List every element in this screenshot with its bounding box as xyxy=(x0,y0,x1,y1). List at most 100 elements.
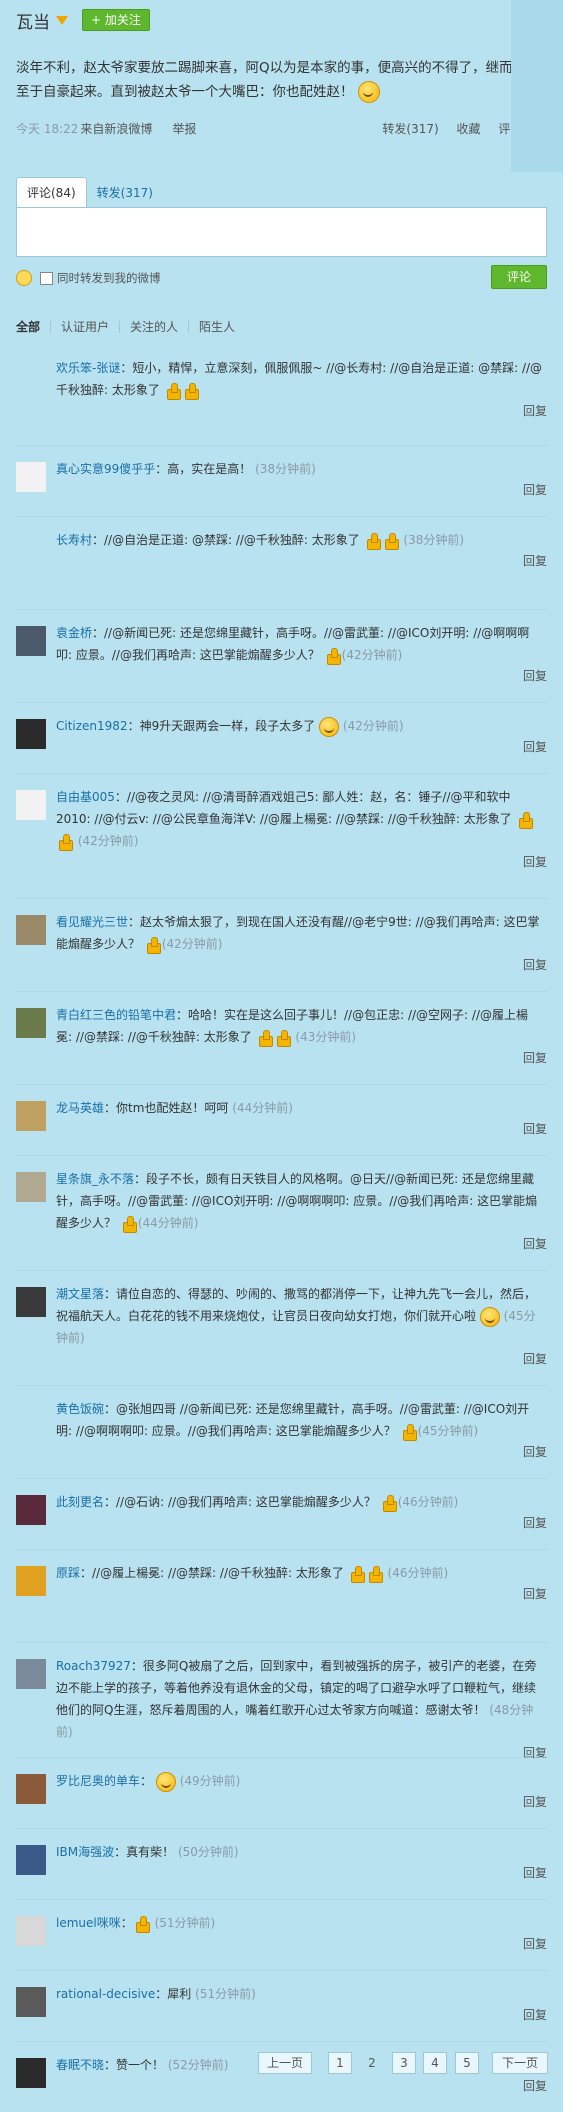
post-time: 今天 18:22 xyxy=(16,122,79,136)
reply-link[interactable]: 回复 xyxy=(56,1792,547,1816)
comment-input[interactable] xyxy=(16,207,547,257)
reply-link[interactable]: 回复 xyxy=(56,2076,547,2100)
filter-following[interactable]: 关注的人 xyxy=(119,321,188,333)
page-1-button[interactable]: 1 xyxy=(328,2052,352,2074)
prev-page-button[interactable]: 上一页 xyxy=(258,2052,312,2074)
avatar[interactable] xyxy=(16,1987,46,2017)
filter-strangers[interactable]: 陌生人 xyxy=(188,321,245,333)
page-5-button[interactable]: 5 xyxy=(455,2052,479,2074)
follow-button[interactable]: + 加关注 xyxy=(82,9,150,31)
avatar[interactable] xyxy=(16,1566,46,1596)
filter-all[interactable]: 全部 xyxy=(16,321,50,333)
thumbs-up-icon xyxy=(517,811,533,829)
next-page-button[interactable]: 下一页 xyxy=(492,2052,548,2074)
commenter-name[interactable]: 青白红三色的铅笔中君 xyxy=(56,1008,176,1022)
avatar[interactable] xyxy=(16,361,46,391)
avatar[interactable] xyxy=(16,533,46,563)
laughing-emoji-icon xyxy=(155,1771,176,1792)
report-link[interactable]: 举报 xyxy=(172,122,196,136)
list-item: 黄色饭碗：@张旭四哥 //@新闻已死: 还是您绵里藏针，高手呀。//@雷武董: … xyxy=(16,1385,547,1478)
tab-comments[interactable]: 评论(84) xyxy=(16,177,87,207)
emoji-picker-icon[interactable] xyxy=(16,270,32,286)
page-3-button[interactable]: 3 xyxy=(392,2052,416,2074)
page-4-button[interactable]: 4 xyxy=(423,2052,447,2074)
comment-time: (51分钟前) xyxy=(154,1916,216,1930)
commenter-name[interactable]: 此刻更名 xyxy=(56,1495,104,1509)
commenter-name[interactable]: Citizen1982 xyxy=(56,719,128,733)
post-author[interactable]: 瓦当 xyxy=(16,8,50,33)
reply-link[interactable]: 回复 xyxy=(56,1863,547,1887)
commenter-name[interactable]: rational-decisive xyxy=(56,1987,155,2001)
thumbs-up-icon xyxy=(57,833,73,851)
avatar[interactable] xyxy=(16,1101,46,1131)
comment-body: ：你tm也配姓赵！呵呵 xyxy=(104,1101,229,1115)
avatar[interactable] xyxy=(16,1774,46,1804)
commenter-name[interactable]: Roach37927 xyxy=(56,1659,131,1673)
submit-comment-button[interactable]: 评论 xyxy=(491,265,547,289)
avatar[interactable] xyxy=(16,1402,46,1432)
follow-button-label: + 加关注 xyxy=(91,13,141,27)
reply-link[interactable]: 回复 xyxy=(56,401,547,425)
filter-verified[interactable]: 认证用户 xyxy=(50,321,119,333)
reply-link[interactable]: 回复 xyxy=(56,1349,547,1373)
reply-link[interactable]: 回复 xyxy=(56,1048,547,1072)
commenter-name[interactable]: 欢乐笨-张谜 xyxy=(56,361,120,375)
avatar[interactable] xyxy=(16,1172,46,1202)
comment-body: ：//@新闻已死: 还是您绵里藏针，高手呀。//@雷武董: //@ICO刘开明:… xyxy=(56,626,530,662)
commenter-name[interactable]: lemuel咪咪 xyxy=(56,1916,121,1930)
commenter-name[interactable]: 星条旗_永不落 xyxy=(56,1172,134,1186)
commenter-name[interactable]: 长寿村 xyxy=(56,533,92,547)
commenter-name[interactable]: 潮文星落 xyxy=(56,1287,104,1301)
thumbs-up-icon xyxy=(349,1565,365,1583)
reply-link[interactable]: 回复 xyxy=(56,666,547,690)
commenter-name[interactable]: 看见耀光三世 xyxy=(56,915,128,929)
commenter-name[interactable]: 自由基005 xyxy=(56,790,115,804)
repost-checkbox-label: 同时转发到我的微博 xyxy=(57,271,161,285)
avatar[interactable] xyxy=(16,1287,46,1317)
repost-checkbox[interactable] xyxy=(40,271,53,285)
reply-link[interactable]: 回复 xyxy=(56,551,547,575)
comment-time: (46分钟前) xyxy=(397,1495,459,1509)
commenter-name[interactable]: 袁金桥 xyxy=(56,626,92,640)
post-source[interactable]: 来自新浪微博 xyxy=(80,122,152,136)
avatar[interactable] xyxy=(16,1495,46,1525)
avatar[interactable] xyxy=(16,1916,46,1946)
thumbs-up-icon xyxy=(275,1029,291,1047)
commenter-name[interactable]: IBM海强波 xyxy=(56,1845,114,1859)
list-item: 长寿村：//@自治是正道: @禁踩: //@千秋独醉: 太形象了 (38分钟前)… xyxy=(16,516,547,609)
reply-link[interactable]: 回复 xyxy=(56,955,547,979)
avatar[interactable] xyxy=(16,790,46,820)
reply-link[interactable]: 回复 xyxy=(56,1584,547,1608)
avatar[interactable] xyxy=(16,626,46,656)
reply-link[interactable]: 回复 xyxy=(56,480,547,504)
thumbs-up-icon xyxy=(365,532,381,550)
avatar[interactable] xyxy=(16,1008,46,1038)
list-item: 潮文星落：请位自恋的、得瑟的、吵闹的、撒骂的都消停一下，让神九先飞一会儿，然后，… xyxy=(16,1270,547,1385)
list-item: 罗比尼奥的单车： (49分钟前) 回复 xyxy=(16,1757,547,1828)
laughing-emoji-icon xyxy=(319,716,340,737)
reply-link[interactable]: 回复 xyxy=(56,737,547,761)
reply-link[interactable]: 回复 xyxy=(56,1934,547,1958)
avatar[interactable] xyxy=(16,915,46,945)
repost-link[interactable]: 转发(317) xyxy=(382,122,438,136)
reply-link[interactable]: 回复 xyxy=(56,2005,547,2029)
commenter-name[interactable]: 罗比尼奥的单车 xyxy=(56,1774,140,1788)
reply-link[interactable]: 回复 xyxy=(56,852,547,876)
reply-link[interactable]: 回复 xyxy=(56,1442,547,1466)
avatar[interactable] xyxy=(16,1659,46,1689)
comment-body: ：//@自治是正道: @禁踩: //@千秋独醉: 太形象了 xyxy=(92,533,360,547)
avatar[interactable] xyxy=(16,1845,46,1875)
commenter-name[interactable]: 真心实意99傻乎乎 xyxy=(56,462,155,476)
tab-reposts[interactable]: 转发(317) xyxy=(87,178,163,207)
favorite-link[interactable]: 收藏 xyxy=(457,122,481,136)
reply-link[interactable]: 回复 xyxy=(56,1234,547,1258)
comment-body: ： xyxy=(140,1774,153,1788)
reply-link[interactable]: 回复 xyxy=(56,1119,547,1143)
avatar[interactable] xyxy=(16,462,46,492)
pagination: 上一页 1 2 3 4 5 下一页 xyxy=(0,2052,563,2076)
commenter-name[interactable]: 原踩 xyxy=(56,1566,80,1580)
avatar[interactable] xyxy=(16,719,46,749)
commenter-name[interactable]: 龙马英雄 xyxy=(56,1101,104,1115)
commenter-name[interactable]: 黄色饭碗 xyxy=(56,1402,104,1416)
reply-link[interactable]: 回复 xyxy=(56,1513,547,1537)
